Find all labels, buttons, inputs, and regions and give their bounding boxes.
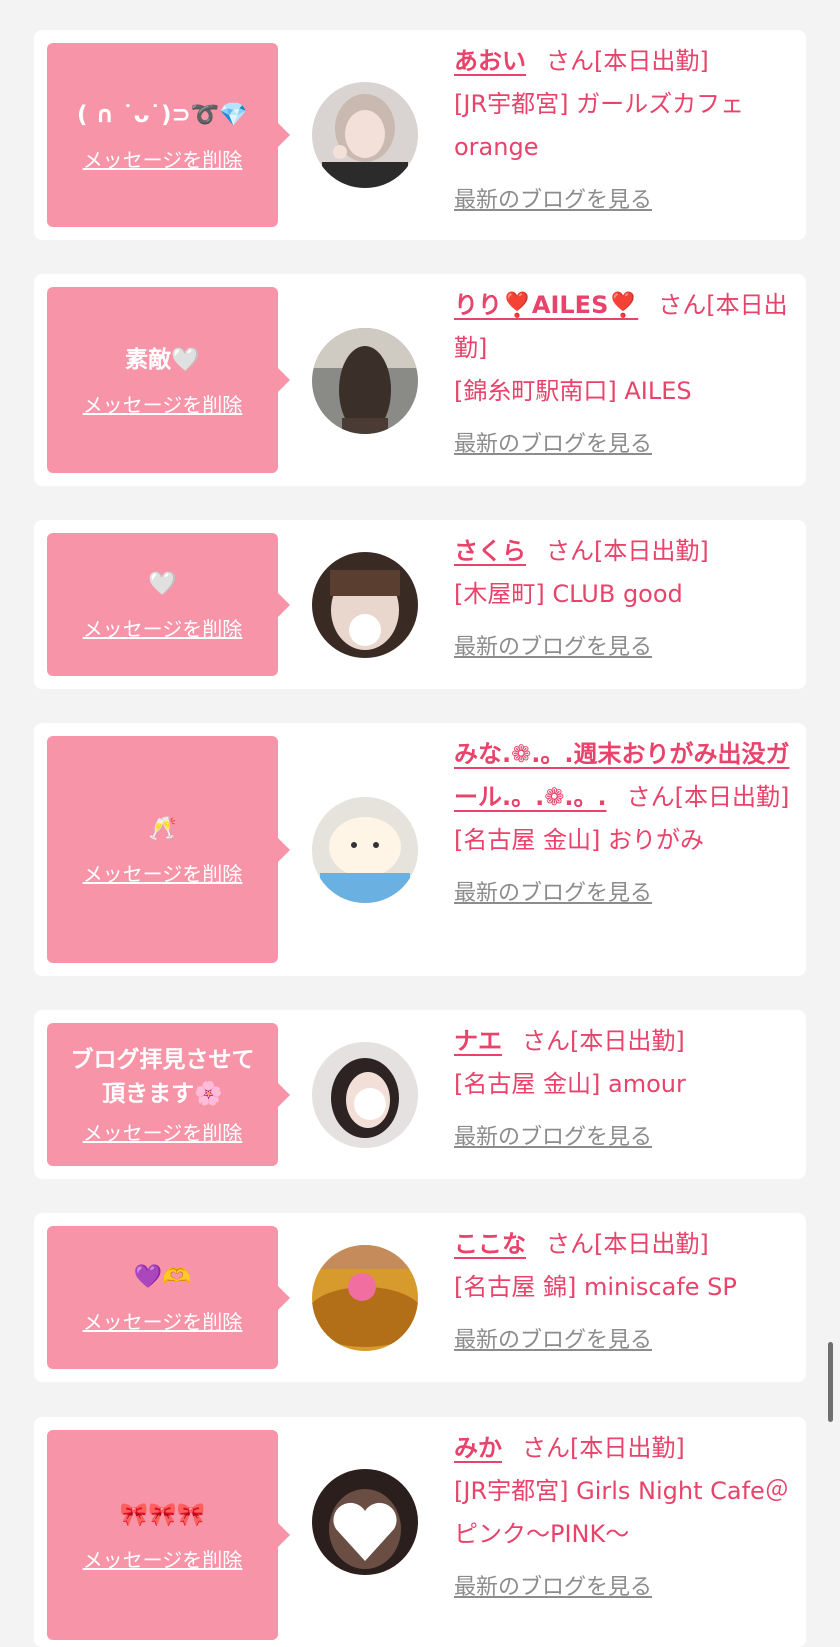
avatar[interactable]	[312, 1469, 418, 1575]
delete-message-link[interactable]: メッセージを削除	[83, 1117, 243, 1146]
cast-name-link[interactable]: みか	[454, 1434, 502, 1462]
message-text: 🥂	[148, 816, 177, 842]
item-info: あおい さん[本日出勤] [JR宇都宮] ガールズカフェorange 最新のブログ…	[454, 40, 794, 222]
delete-message-link[interactable]: メッセージを削除	[83, 389, 243, 418]
delete-message-link[interactable]: メッセージを削除	[83, 1306, 243, 1335]
message-bubble: 🎀🎀🎀 メッセージを削除	[47, 1430, 290, 1640]
status-text: さん[本日出勤]	[546, 537, 709, 565]
message-bubble: ( ∩ ˙ᴗ˙)⊃➰💎 メッセージを削除	[47, 43, 290, 227]
message-card: 🥂 メッセージを削除 みな.❁.。.週末おりがみ出没ガール.。.❁.。. さん[本…	[34, 723, 806, 976]
latest-blog-link[interactable]: 最新のブログを見る	[454, 1566, 652, 1609]
item-info: さくら さん[本日出勤] [木屋町] CLUB good 最新のブログを見る	[454, 530, 794, 669]
status-text: さん[本日出勤]	[522, 1027, 685, 1055]
latest-blog-link[interactable]: 最新のブログを見る	[454, 179, 652, 222]
message-bubble: 素敵🤍 メッセージを削除	[47, 287, 290, 473]
message-bubble: ブログ拝見させて 頂きます🌸 メッセージを削除	[47, 1023, 290, 1166]
status-text: さん[本日出勤]	[522, 1434, 685, 1462]
status-text: さん[本日出勤]	[546, 1230, 709, 1258]
latest-blog-link[interactable]: 最新のブログを見る	[454, 1116, 652, 1159]
avatar[interactable]	[312, 797, 418, 903]
avatar[interactable]	[312, 82, 418, 188]
message-card: ( ∩ ˙ᴗ˙)⊃➰💎 メッセージを削除 あおい さん[本日出勤] [JR宇都宮]…	[34, 30, 806, 240]
message-card: 🎀🎀🎀 メッセージを削除 みか さん[本日出勤] [JR宇都宮] Girls Ni…	[34, 1417, 806, 1647]
item-info: みな.❁.。.週末おりがみ出没ガール.。.❁.。. さん[本日出勤] [名古屋 金…	[454, 733, 794, 915]
latest-blog-link[interactable]: 最新のブログを見る	[454, 423, 652, 466]
message-bubble: 🥂 メッセージを削除	[47, 736, 290, 963]
status-text: さん[本日出勤]	[626, 783, 790, 811]
shop-text: [名古屋 金山] amour	[454, 1070, 686, 1098]
message-text: 🤍	[148, 571, 177, 597]
shop-text: [木屋町] CLUB good	[454, 580, 683, 608]
message-text: ( ∩ ˙ᴗ˙)⊃➰💎	[76, 101, 249, 128]
shop-text: [JR宇都宮] ガールズカフェorange	[454, 90, 745, 161]
delete-message-link[interactable]: メッセージを削除	[83, 858, 243, 887]
status-text: さん[本日出勤]	[546, 47, 709, 75]
message-text: 素敵🤍	[125, 346, 200, 373]
avatar[interactable]	[312, 552, 418, 658]
message-text: 💜🫶	[133, 1264, 192, 1290]
message-card: 💜🫶 メッセージを削除 ここな さん[本日出勤] [名古屋 錦] miniscaf…	[34, 1213, 806, 1382]
shop-text: [JR宇都宮] Girls Night Cafe＠ピンク〜PINK〜	[454, 1477, 789, 1548]
cast-name-link[interactable]: ナエ	[454, 1027, 502, 1055]
latest-blog-link[interactable]: 最新のブログを見る	[454, 626, 652, 669]
avatar[interactable]	[312, 1245, 418, 1351]
message-card: 🤍 メッセージを削除 さくら さん[本日出勤] [木屋町] CLUB good 最…	[34, 520, 806, 689]
avatar[interactable]	[312, 1042, 418, 1148]
item-info: ナエ さん[本日出勤] [名古屋 金山] amour 最新のブログを見る	[454, 1020, 794, 1159]
latest-blog-link[interactable]: 最新のブログを見る	[454, 872, 652, 915]
delete-message-link[interactable]: メッセージを削除	[83, 1544, 243, 1573]
item-info: みか さん[本日出勤] [JR宇都宮] Girls Night Cafe＠ピンク〜…	[454, 1427, 794, 1609]
scrollbar[interactable]	[828, 1342, 833, 1422]
delete-message-link[interactable]: メッセージを削除	[83, 613, 243, 642]
message-bubble: 🤍 メッセージを削除	[47, 533, 290, 676]
message-card: ブログ拝見させて 頂きます🌸 メッセージを削除 ナエ さん[本日出勤] [名古屋 …	[34, 1010, 806, 1179]
message-card: 素敵🤍 メッセージを削除 りり❣️AILES❣️ さん[本日出勤] [錦糸町駅南口…	[34, 274, 806, 486]
item-info: りり❣️AILES❣️ さん[本日出勤] [錦糸町駅南口] AILES 最新のブロ…	[454, 284, 794, 466]
message-bubble: 💜🫶 メッセージを削除	[47, 1226, 290, 1369]
avatar[interactable]	[312, 328, 418, 434]
latest-blog-link[interactable]: 最新のブログを見る	[454, 1319, 652, 1362]
cast-name-link[interactable]: さくら	[454, 537, 526, 565]
shop-text: [名古屋 金山] おりがみ	[454, 826, 704, 854]
cast-name-link[interactable]: りり❣️AILES❣️	[454, 291, 638, 319]
message-text: ブログ拝見させて 頂きます🌸	[70, 1047, 255, 1107]
message-text: 🎀🎀🎀	[119, 1501, 206, 1528]
shop-text: [名古屋 錦] miniscafe SP	[454, 1273, 737, 1301]
item-info: ここな さん[本日出勤] [名古屋 錦] miniscafe SP 最新のブログを…	[454, 1223, 794, 1362]
cast-name-link[interactable]: あおい	[454, 47, 526, 75]
cast-name-link[interactable]: ここな	[454, 1230, 526, 1258]
shop-text: [錦糸町駅南口] AILES	[454, 377, 692, 405]
delete-message-link[interactable]: メッセージを削除	[83, 144, 243, 173]
